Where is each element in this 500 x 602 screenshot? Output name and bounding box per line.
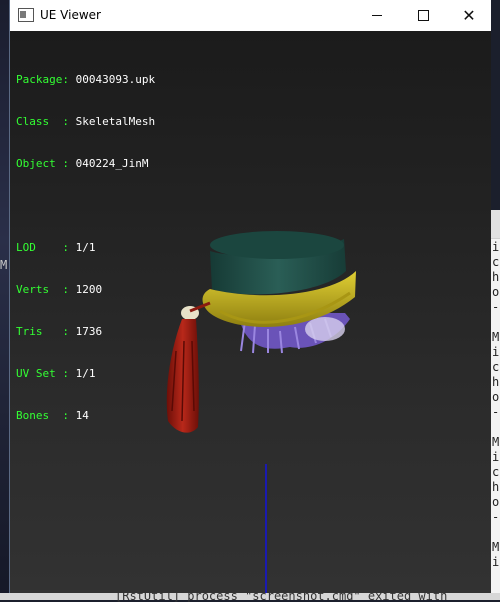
tassel (166, 301, 211, 433)
mesh-info-overlay: Package: 00043093.upk Class : SkeletalMe… (16, 45, 155, 451)
minimize-button[interactable] (354, 0, 400, 31)
stat-row-verts: Verts : 1200 (16, 283, 103, 296)
terminal-scrollbar[interactable] (490, 210, 500, 239)
terminal-line: o (492, 495, 500, 509)
background-terminal: icho-Micho-Micho-Mi (490, 210, 500, 600)
close-icon: ✕ (462, 6, 476, 25)
ue-viewer-window: UE Viewer ✕ Package: 00043093.upk Class … (9, 0, 491, 593)
title-bar[interactable]: UE Viewer ✕ (10, 0, 491, 31)
terminal-line: i (492, 555, 500, 569)
terminal-line: - (492, 510, 500, 524)
terminal-line: i (492, 345, 500, 359)
skeletal-mesh-render (166, 231, 356, 433)
terminal-line: c (492, 360, 500, 374)
stat-row-bones: Bones : 14 (16, 409, 89, 422)
stat-row-uvset: UV Set : 1/1 (16, 367, 96, 380)
info-row-class: Class : SkeletalMesh (16, 115, 156, 128)
desktop-background (0, 0, 9, 600)
background-text-fragment: M (0, 258, 8, 272)
terminal-line: o (492, 285, 500, 299)
info-row-object: Object : 040224_JinM (16, 157, 149, 170)
terminal-line: M (492, 435, 500, 449)
hat-top (210, 231, 344, 259)
maximize-button[interactable] (400, 0, 446, 31)
info-row-package: Package: 00043093.upk (16, 73, 156, 86)
terminal-line: i (492, 240, 500, 254)
minimize-icon (372, 14, 382, 16)
terminal-line: - (492, 405, 500, 419)
terminal-line: h (492, 375, 500, 389)
terminal-line: M (492, 330, 500, 344)
close-button[interactable]: ✕ (446, 0, 492, 31)
terminal-line: c (492, 465, 500, 479)
terminal-line: h (492, 270, 500, 284)
terminal-line: i (492, 450, 500, 464)
stat-row-lod: LOD : 1/1 (16, 241, 96, 254)
terminal-line: o (492, 390, 500, 404)
app-icon (18, 8, 34, 22)
maximize-icon (417, 9, 429, 21)
terminal-line: h (492, 480, 500, 494)
3d-viewport[interactable]: Package: 00043093.upk Class : SkeletalMe… (10, 31, 491, 593)
terminal-line: - (492, 300, 500, 314)
terminal-line: M (492, 540, 500, 554)
z-axis-line (265, 464, 267, 593)
window-title: UE Viewer (40, 8, 101, 22)
terminal-line: c (492, 255, 500, 269)
stat-row-tris: Tris : 1736 (16, 325, 103, 338)
